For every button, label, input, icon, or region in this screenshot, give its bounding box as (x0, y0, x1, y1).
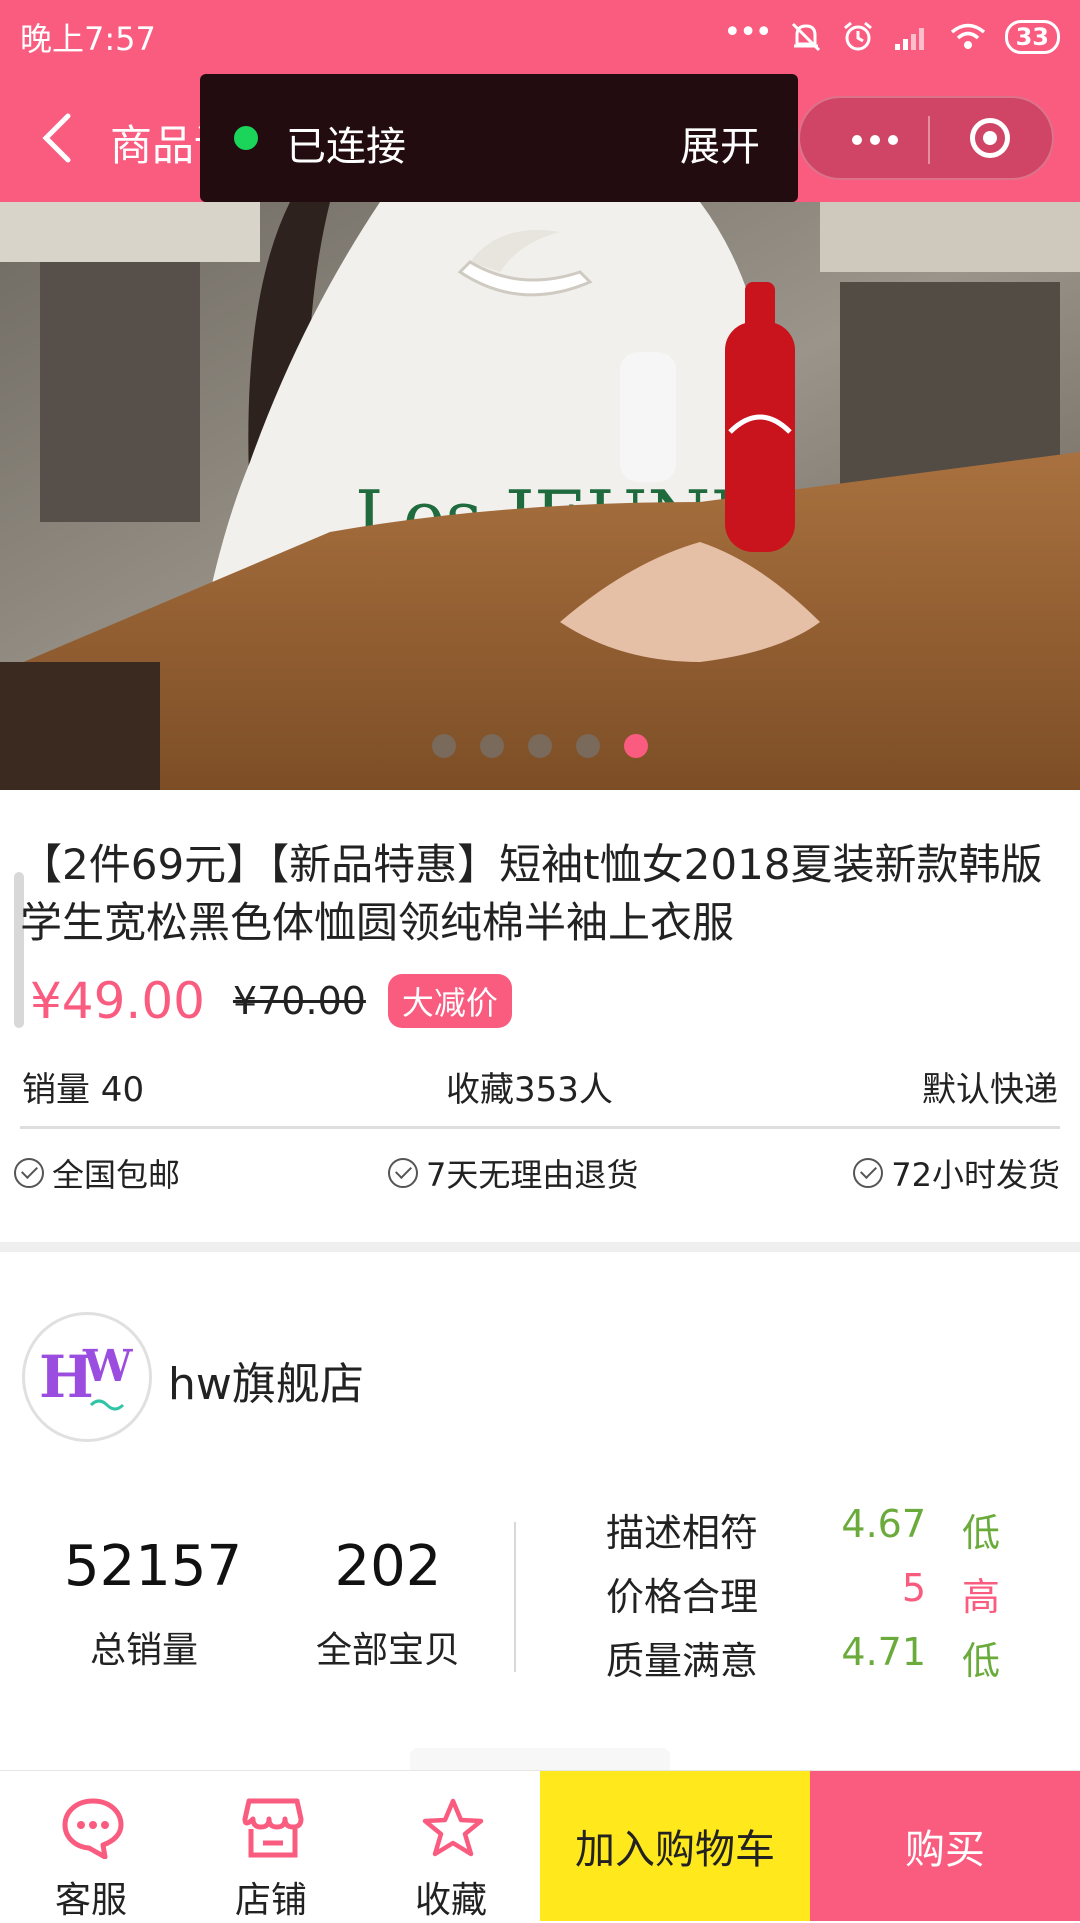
star-icon (422, 1798, 484, 1857)
chat-bubble-icon (62, 1798, 124, 1859)
back-arrow-icon[interactable] (34, 110, 82, 166)
shop-stat-total-sales: 52157 总销量 (64, 1534, 243, 1673)
shop-score-row: 描述相符 4.67 低 (606, 1502, 1026, 1558)
customer-service-button[interactable]: 客服 (16, 1771, 166, 1921)
check-circle-icon (388, 1158, 418, 1188)
wifi-icon (950, 23, 985, 49)
service-item: 7天无理由退货 (388, 1150, 638, 1196)
score-level: 高 (962, 1575, 1001, 1619)
service-label: 全国包邮 (52, 1156, 181, 1194)
hw-logo-icon: H W (39, 1341, 133, 1411)
pull-tab (410, 1748, 670, 1772)
carousel-indicator (0, 734, 1080, 758)
alarm-icon (843, 21, 872, 51)
shipping-method: 默认快递 (922, 1070, 1058, 1110)
service-label: 72小时发货 (891, 1156, 1060, 1194)
favorite-button[interactable]: 收藏 (376, 1771, 526, 1921)
sales-count: 销量 40 (22, 1070, 145, 1110)
connected-dot-icon (234, 126, 258, 150)
section-divider (0, 1242, 1080, 1252)
mini-program-capsule (798, 96, 1054, 180)
check-circle-icon (14, 1158, 44, 1188)
battery-indicator: 33 (1004, 20, 1060, 54)
tab-label: 店铺 (234, 1880, 307, 1921)
close-target-icon[interactable] (970, 118, 1010, 158)
add-to-cart-button[interactable]: 加入购物车 (540, 1771, 810, 1921)
carousel-dot[interactable] (432, 734, 456, 758)
status-icons: ••• 33 (723, 10, 1060, 64)
connection-toast: 已连接 展开 (200, 74, 798, 202)
service-item: 72小时发货 (853, 1150, 1060, 1196)
svg-text:W: W (82, 1341, 133, 1392)
carousel-dot[interactable] (480, 734, 504, 758)
signal-icon (894, 28, 924, 50)
stat-label: 全部宝贝 (315, 1630, 460, 1671)
price-row: ¥49.00 ¥70.00 大减价 (30, 966, 512, 1036)
status-bar: 晚上7:57 ••• 33 (0, 0, 1080, 74)
service-item: 全国包邮 (14, 1150, 180, 1196)
discount-badge: 大减价 (387, 974, 512, 1028)
stat-value: 202 (334, 1534, 442, 1599)
shop-score-row: 价格合理 5 高 (606, 1566, 1026, 1622)
service-guarantees: 全国包邮 7天无理由退货 72小时发货 (14, 1150, 1060, 1200)
connection-status: 已连接 (286, 124, 406, 170)
product-photo: Les JEUNE du PL (0, 202, 1080, 790)
capsule-divider (928, 116, 930, 164)
score-level: 低 (962, 1511, 1001, 1555)
check-circle-icon (853, 1158, 884, 1188)
expand-button[interactable]: 展开 (680, 114, 760, 172)
stat-value: 52157 (64, 1534, 243, 1599)
mute-bell-icon (791, 22, 820, 52)
tab-label: 客服 (54, 1880, 127, 1921)
score-label: 质量满意 (606, 1639, 759, 1683)
bottom-action-bar: 客服 店铺 收藏 加入购物车 购买 (0, 1770, 1080, 1921)
status-time: 晚上7:57 (20, 20, 156, 58)
divider (20, 1126, 1060, 1129)
stat-label: 总销量 (89, 1630, 198, 1671)
shop-stat-all-items[interactable]: 202 全部宝贝 (308, 1534, 468, 1673)
product-title: 【2件69元】【新品特惠】短袖t恤女2018夏装新款韩版学生宽松黑色体恤圆领纯棉… (20, 840, 1043, 947)
carousel-dot[interactable] (528, 734, 552, 758)
shop-logo[interactable]: H W (22, 1312, 152, 1442)
more-menu-icon[interactable] (830, 118, 920, 162)
product-image-carousel[interactable]: Les JEUNE du PL (0, 202, 1080, 790)
shop-score-row: 质量满意 4.71 低 (606, 1630, 1026, 1686)
original-price: ¥70.00 (232, 979, 366, 1023)
carousel-dot-active[interactable] (624, 734, 648, 758)
buy-button[interactable]: 购买 (810, 1771, 1080, 1921)
score-level: 低 (962, 1639, 1001, 1683)
product-meta-row: 销量 40 收藏353人 默认快递 (22, 1062, 1058, 1112)
score-value: 4.71 (841, 1630, 926, 1674)
current-price: ¥49.00 (30, 972, 205, 1030)
tab-label: 收藏 (414, 1880, 487, 1921)
store-icon (242, 1798, 304, 1858)
more-dots-icon: ••• (723, 14, 773, 50)
score-label: 描述相符 (606, 1511, 759, 1555)
carousel-dot[interactable] (576, 734, 600, 758)
score-label: 价格合理 (606, 1575, 759, 1619)
score-value: 4.67 (841, 1502, 926, 1546)
shop-name[interactable]: hw旗舰店 (168, 1348, 364, 1412)
score-value: 5 (901, 1566, 926, 1610)
vertical-divider (514, 1522, 516, 1672)
favorite-count: 收藏353人 (446, 1070, 613, 1110)
service-label: 7天无理由退货 (426, 1156, 639, 1194)
shop-button[interactable]: 店铺 (196, 1771, 346, 1921)
